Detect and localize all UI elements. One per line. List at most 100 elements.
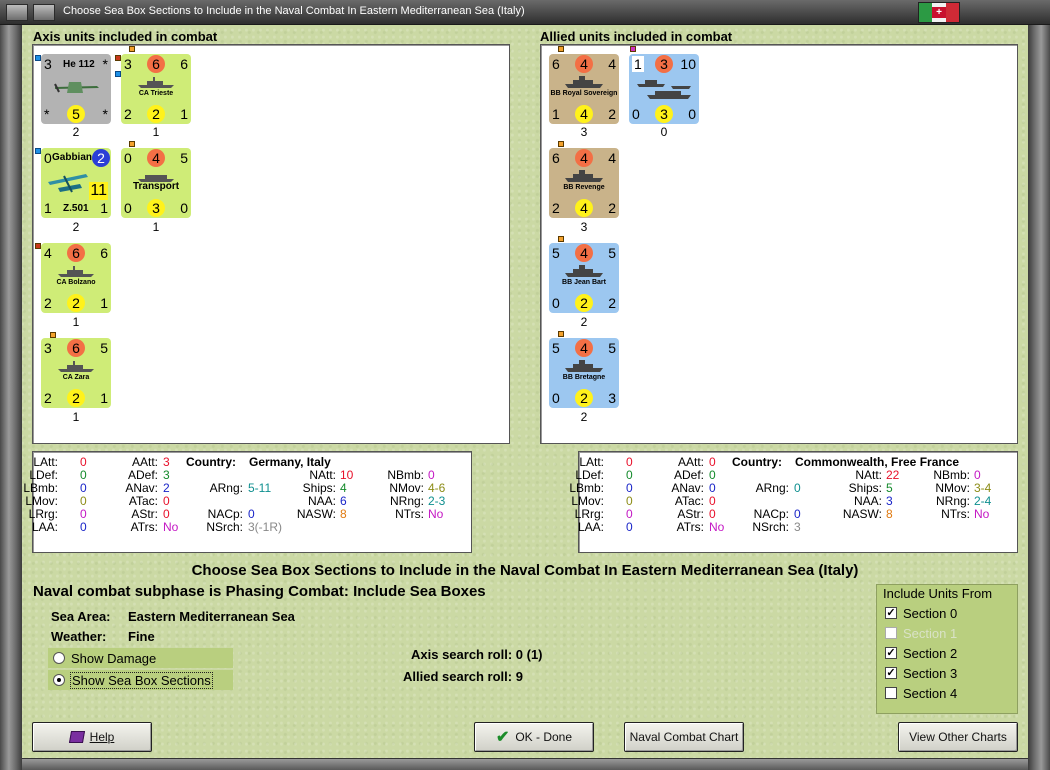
counter-ca-zara[interactable]: 3 6 5 CA Zara 2 2 1 <box>41 338 111 408</box>
show-sections-radio[interactable]: Show Sea Box Sections <box>48 670 233 690</box>
window-frame-right <box>1028 0 1050 770</box>
view-other-charts-button[interactable]: View Other Charts <box>898 722 1018 752</box>
counter-value: 3 <box>44 340 52 356</box>
counter-value: 5 <box>180 150 188 166</box>
counter-transport[interactable]: 0 4 5 Transport 0 3 0 <box>121 148 191 218</box>
stat-label: NACp: <box>207 507 243 521</box>
fighter-plane-icon <box>54 82 99 93</box>
counter-bb-jean-bart[interactable]: 5 4 5 BB Jean Bart 0 2 2 <box>549 243 619 313</box>
counter-count: 1 <box>152 220 160 234</box>
checkbox-icon: ✓ <box>885 647 897 659</box>
counter-value: 1 <box>180 106 188 122</box>
counter-count: 2 <box>580 315 588 329</box>
section-3-checkbox[interactable]: ✓ Section 3 <box>885 664 1005 682</box>
stat-value: 0 <box>80 455 87 469</box>
country-label: Country: <box>186 455 236 469</box>
counter-bb-royal-sovereign[interactable]: 6 4 4 BB Royal Sovereign 1 4 2 <box>549 54 619 124</box>
stat-value: 2-4 <box>974 494 992 508</box>
country-value: Germany, Italy <box>249 455 331 469</box>
counter-value: 2 <box>608 106 616 122</box>
counter-circle: 4 <box>575 244 593 262</box>
counter-circle: 2 <box>147 105 165 123</box>
show-damage-radio[interactable]: Show Damage <box>48 648 233 668</box>
stat-value: 0 <box>626 455 633 469</box>
radio-circle-icon <box>53 674 65 686</box>
section-0-checkbox[interactable]: ✓ Section 0 <box>885 604 1005 622</box>
stat-value: 2-3 <box>428 494 446 508</box>
section-2-checkbox[interactable]: ✓ Section 2 <box>885 644 1005 662</box>
stat-label: LDef: <box>575 468 604 482</box>
naval-combat-chart-button[interactable]: Naval Combat Chart <box>624 722 744 752</box>
subphase-text: Naval combat subphase is Phasing Combat:… <box>33 583 486 600</box>
counter-name: Transport <box>132 181 180 192</box>
checkbox-icon: ✓ <box>885 607 897 619</box>
checkbox-icon: ✓ <box>885 667 897 679</box>
battleship-icon <box>565 360 603 372</box>
checkbox-label: Section 1 <box>903 625 958 641</box>
counter-value: * <box>44 106 50 122</box>
counter-count: 3 <box>580 220 588 234</box>
axis-units-header: Axis units included in combat <box>33 29 218 44</box>
sea-area-value: Eastern Mediterranean Sea <box>128 609 295 624</box>
stat-label: ATrs: <box>130 520 158 534</box>
stat-label: NBmb: <box>933 468 970 482</box>
minimize-icon[interactable] <box>33 4 55 21</box>
counter-value: 1 <box>552 106 560 122</box>
stat-value: 0 <box>709 507 716 521</box>
stat-label: NAtt: <box>855 468 882 482</box>
counter-value: 0 <box>124 150 132 166</box>
savoy-cross-icon: + <box>932 7 946 18</box>
checkbox-icon <box>885 687 897 699</box>
title-bar[interactable]: Choose Sea Box Sections to Include in th… <box>0 0 1050 25</box>
stat-value: 0 <box>163 494 170 508</box>
battleship-icon <box>565 265 603 277</box>
stat-label: NTrs: <box>941 507 970 521</box>
section-1-checkbox[interactable]: Section 1 <box>885 624 1005 642</box>
stat-value: 3(-1R) <box>248 520 283 534</box>
unit-marker <box>558 331 564 337</box>
unit-marker <box>558 141 564 147</box>
help-button[interactable]: Help <box>32 722 152 752</box>
counter-count: 0 <box>660 125 668 139</box>
counter-value: 0 <box>632 106 640 122</box>
help-book-icon <box>68 731 85 743</box>
stat-label: LAA: <box>31 520 58 534</box>
section-4-checkbox[interactable]: Section 4 <box>885 684 1005 702</box>
stat-value: 0 <box>626 481 633 495</box>
counter-convoy[interactable]: 1 3 10 0 3 0 <box>629 54 699 124</box>
weather-value: Fine <box>128 629 155 644</box>
stat-label: LAA: <box>577 520 604 534</box>
stat-value: No <box>163 520 179 534</box>
counter-value: 5 <box>608 340 616 356</box>
checkbox-label: Section 4 <box>903 685 958 701</box>
system-menu-icon[interactable] <box>6 4 28 21</box>
counter-circle: 2 <box>575 294 593 312</box>
stat-value: 3 <box>794 520 801 534</box>
counter-bb-revenge[interactable]: 6 4 4 BB Revenge 2 4 2 <box>549 148 619 218</box>
counter-name: He 112 <box>63 59 95 70</box>
counter-gabbiano[interactable]: 0 Gabbiano 2 11 1 Z.501 1 <box>41 148 111 218</box>
radio-circle-icon <box>53 652 65 664</box>
stat-value: 0 <box>709 468 716 482</box>
counter-he-112[interactable]: 3 He 112 * * 5 * <box>41 54 111 124</box>
italy-flag-icon: + <box>918 2 960 23</box>
counter-bb-bretagne[interactable]: 5 4 5 BB Bretagne 0 2 3 <box>549 338 619 408</box>
counter-count: 1 <box>72 315 80 329</box>
counter-name: CA Bolzano <box>56 279 96 286</box>
counter-value: * <box>102 106 108 122</box>
counter-value: 6 <box>552 56 560 72</box>
counter-value: 1 <box>100 390 108 406</box>
counter-value: 3 <box>608 390 616 406</box>
counter-ca-bolzano[interactable]: 4 6 6 CA Bolzano 2 2 1 <box>41 243 111 313</box>
ok-done-button[interactable]: ✔ OK - Done <box>474 722 594 752</box>
counter-circle: 4 <box>575 55 593 73</box>
seaplane-icon <box>48 174 88 193</box>
stat-label: NAtt: <box>309 468 336 482</box>
axis-search-roll: Axis search roll: 0 (1) <box>411 647 543 662</box>
counter-count: 1 <box>72 410 80 424</box>
stat-value: 3 <box>886 494 893 508</box>
counter-ca-trieste[interactable]: 3 6 6 CA Trieste 2 2 1 <box>121 54 191 124</box>
counter-value: 5 <box>552 340 560 356</box>
counter-name: BB Revenge <box>563 184 605 191</box>
stat-value: No <box>709 520 725 534</box>
